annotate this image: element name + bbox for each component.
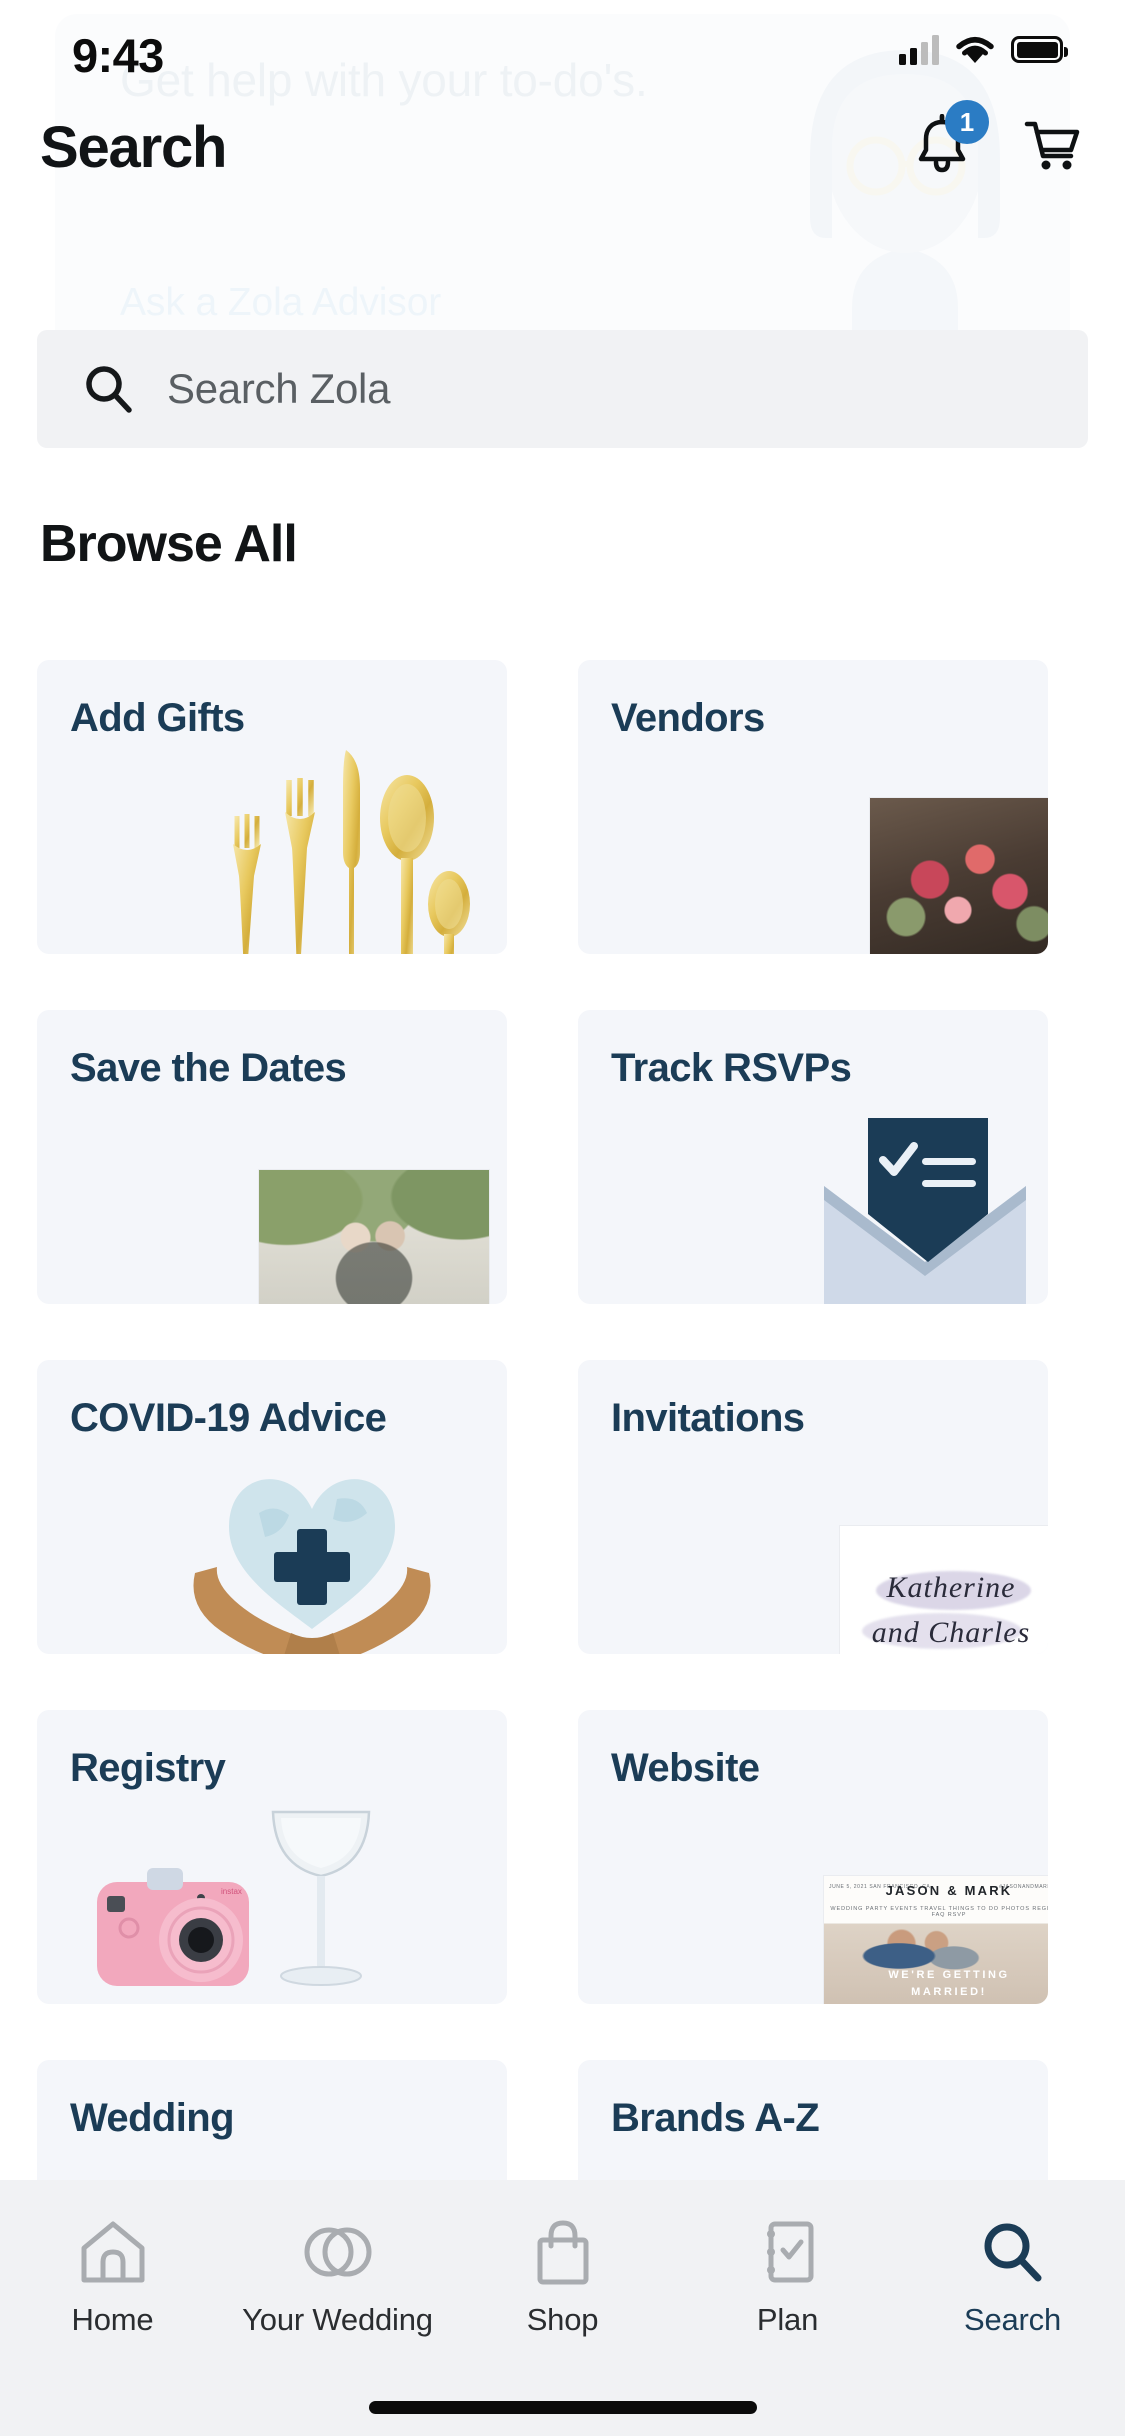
browse-tile-vendors[interactable]: Vendors: [578, 660, 1048, 954]
tab-home[interactable]: Home: [0, 2216, 225, 2338]
tab-label: Plan: [756, 2302, 819, 2337]
bottom-tab-bar: Home Your Wedding Shop Plan Search: [0, 2180, 1125, 2436]
tab-plan[interactable]: Plan: [675, 2216, 900, 2338]
cellular-signal-icon: [899, 34, 939, 65]
tab-label: Shop: [526, 2302, 599, 2337]
tab-shop[interactable]: Shop: [450, 2216, 675, 2338]
search-input[interactable]: Search Zola: [167, 365, 390, 413]
tile-label: Save the Dates: [70, 1046, 347, 1090]
svg-text:instax: instax: [221, 1887, 242, 1896]
website-brand: JASON & MARK: [885, 1883, 1013, 1898]
tab-label: Home: [71, 2302, 154, 2337]
tile-label: Registry: [70, 1746, 226, 1790]
browse-tile-invitations[interactable]: Invitations Katherine and Charles: [578, 1360, 1048, 1654]
status-bar: 9:43: [0, 0, 1125, 100]
website-hero-line-1: WE'RE GETTING: [888, 1969, 1010, 1982]
browse-all-heading: Browse All: [40, 515, 298, 573]
ghost-advisor-link: Ask a Zola Advisor: [120, 281, 442, 324]
tab-label: Search: [963, 2302, 1062, 2337]
invitation-name-line-1: Katherine: [886, 1571, 1016, 1604]
wifi-icon: [956, 37, 994, 63]
browse-tile-save-the-dates[interactable]: Save the Dates: [37, 1010, 507, 1304]
notification-badge: 1: [945, 100, 989, 144]
tile-label: Vendors: [611, 696, 765, 740]
search-bar[interactable]: Search Zola: [37, 330, 1088, 448]
tile-label: Brands A-Z: [611, 2096, 820, 2140]
tile-label: Invitations: [611, 1396, 805, 1440]
tile-label: Add Gifts: [70, 696, 245, 740]
app-header: Search 1: [0, 100, 1125, 222]
notifications-button[interactable]: 1: [911, 100, 989, 176]
shopping-bag-icon: [532, 2216, 594, 2288]
search-icon: [980, 2216, 1046, 2288]
tile-label: Wedding: [70, 2096, 235, 2140]
status-time: 9:43: [72, 29, 164, 82]
home-icon: [78, 2216, 148, 2288]
browse-tile-website[interactable]: Website JUNE 5, 2021 SAN FRANCISCO, CA #…: [578, 1710, 1048, 2004]
status-icons: [899, 34, 1068, 65]
browse-tile-add-gifts[interactable]: Add Gifts: [37, 660, 507, 954]
tab-your-wedding[interactable]: Your Wedding: [225, 2216, 450, 2338]
interlocking-rings-icon: [302, 2216, 374, 2288]
shopping-cart-icon: [1024, 121, 1080, 170]
header-actions: 1: [911, 100, 1083, 176]
tile-label: COVID-19 Advice: [70, 1396, 387, 1440]
search-icon: [86, 366, 132, 413]
browse-all-grid: Add Gifts Vendors Save the Dates Track R…: [37, 660, 1088, 2354]
browse-tile-registry[interactable]: Registry instax: [37, 1710, 507, 2004]
invitation-name-line-2: and Charles: [871, 1616, 1031, 1649]
battery-icon: [1011, 36, 1068, 63]
page-title: Search: [40, 115, 227, 180]
tile-label: Website: [611, 1746, 760, 1790]
browse-tile-track-rsvps[interactable]: Track RSVPs: [578, 1010, 1048, 1304]
browse-tile-covid-19-advice[interactable]: COVID-19 Advice: [37, 1360, 507, 1654]
website-nav: WEDDING PARTY EVENTS TRAVEL THINGS TO DO…: [830, 1906, 1048, 1918]
checklist-icon: [757, 2216, 819, 2288]
website-hero-line-2: MARRIED!: [911, 1985, 987, 1998]
cart-button[interactable]: [1021, 114, 1083, 176]
tab-search[interactable]: Search: [900, 2216, 1125, 2338]
tile-label: Track RSVPs: [611, 1046, 852, 1090]
tab-label: Your Wedding: [242, 2302, 433, 2337]
home-indicator: [368, 2401, 757, 2414]
